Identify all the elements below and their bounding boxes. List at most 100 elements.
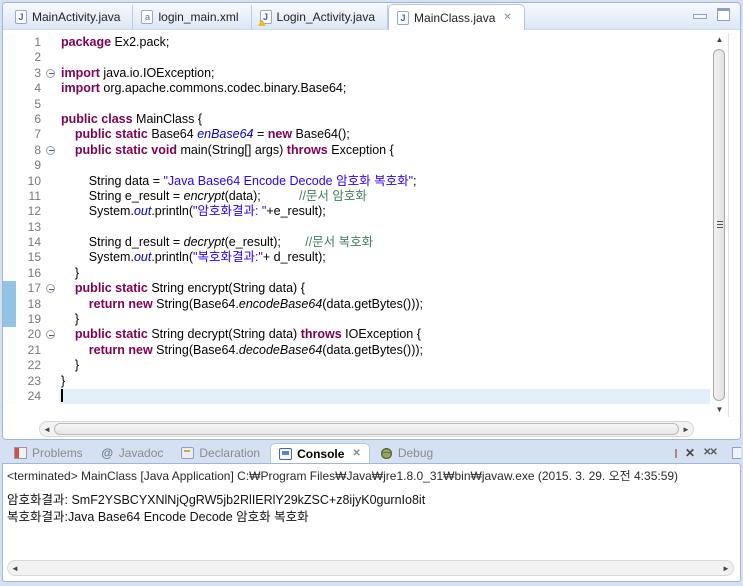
code-editor[interactable]: 1 package Ex2.pack; 2 3 import java.io.IOExc… xyxy=(3,31,740,439)
fold-ruler[interactable] xyxy=(44,35,59,50)
fold-ruler[interactable] xyxy=(44,281,59,296)
annotation-ruler[interactable] xyxy=(3,342,16,359)
annotation-ruler[interactable] xyxy=(3,204,16,220)
console-output: 암호화결과: SmF2YSBCYXNlNjQgRW5jb2RlIERlY29kZ… xyxy=(7,492,740,526)
annotation-ruler[interactable] xyxy=(3,127,16,143)
selection-bar[interactable] xyxy=(3,312,16,328)
selection-bar[interactable] xyxy=(3,296,16,313)
scroll-right-icon[interactable]: ► xyxy=(679,422,693,436)
annotation-ruler[interactable] xyxy=(3,158,16,174)
fold-ruler[interactable] xyxy=(44,220,59,235)
scroll-left-icon[interactable]: ◄ xyxy=(40,422,54,436)
annotation-ruler[interactable] xyxy=(3,96,16,112)
collapse-icon[interactable] xyxy=(46,68,55,78)
annotation-ruler[interactable] xyxy=(3,142,16,159)
fold-ruler[interactable] xyxy=(44,297,59,312)
remove-all-launches-icon[interactable]: ✕✕ xyxy=(703,447,718,459)
text-cursor xyxy=(61,389,63,403)
window-buttons xyxy=(693,8,730,21)
tab-login-activity-java[interactable]: J Login_Activity.java xyxy=(252,5,389,29)
annotation-ruler[interactable] xyxy=(3,327,16,343)
close-icon[interactable]: ✕ xyxy=(352,448,360,459)
tab-javadoc[interactable]: @ Javadoc xyxy=(93,443,172,463)
tab-label: Debug xyxy=(397,446,434,460)
annotation-ruler[interactable] xyxy=(3,50,16,66)
scroll-down-icon[interactable]: ▼ xyxy=(712,403,727,417)
annotation-ruler[interactable] xyxy=(3,111,16,128)
code-line: 3 import java.io.IOException; xyxy=(3,65,710,82)
fold-ruler[interactable] xyxy=(44,358,59,373)
fold-ruler[interactable] xyxy=(44,81,59,96)
tab-console[interactable]: Console ✕ xyxy=(270,443,370,463)
tab-mainactivity-java[interactable]: J MainActivity.java xyxy=(7,5,134,29)
collapse-icon[interactable] xyxy=(46,145,55,155)
annotation-ruler[interactable] xyxy=(3,219,16,236)
line-number: 4 xyxy=(34,81,41,96)
annotation-ruler[interactable] xyxy=(3,65,16,82)
code-text: public static void main(String[] args) t… xyxy=(74,142,394,157)
maximize-icon[interactable] xyxy=(717,8,730,21)
fold-ruler[interactable] xyxy=(44,189,59,204)
code-line: 2 xyxy=(3,50,710,66)
editor-vertical-scrollbar[interactable]: ▲ ▼ xyxy=(712,33,727,417)
selection-bar[interactable] xyxy=(3,281,16,297)
line-number: 12 xyxy=(27,204,41,219)
fold-ruler[interactable] xyxy=(44,66,59,81)
close-icon[interactable]: ✕ xyxy=(503,12,511,23)
console-horizontal-scrollbar[interactable]: ◄ ► xyxy=(7,560,734,576)
code-text: import java.io.IOException; xyxy=(61,65,215,80)
fold-ruler[interactable] xyxy=(44,97,59,112)
annotation-ruler[interactable] xyxy=(3,388,16,405)
fold-ruler[interactable] xyxy=(44,327,59,342)
remove-launch-icon[interactable]: ✕ xyxy=(685,447,695,459)
fold-ruler[interactable] xyxy=(44,250,59,265)
annotation-ruler[interactable] xyxy=(3,373,16,389)
tab-declaration[interactable]: Declaration xyxy=(173,443,268,463)
line-number: 23 xyxy=(27,373,41,388)
fold-ruler[interactable] xyxy=(44,50,59,65)
annotation-ruler[interactable] xyxy=(3,35,16,51)
collapse-icon[interactable] xyxy=(46,330,55,340)
tab-debug[interactable]: Debug xyxy=(372,443,441,463)
vertical-scroll-thumb[interactable] xyxy=(713,49,725,401)
fold-ruler[interactable] xyxy=(44,112,59,127)
tab-mainclass-java[interactable]: J MainClass.java ✕ xyxy=(388,4,525,30)
console-view[interactable]: <terminated> MainClass [Java Application… xyxy=(2,463,741,582)
collapse-icon[interactable] xyxy=(46,284,55,294)
line-number: 14 xyxy=(27,235,41,250)
overview-ruler[interactable] xyxy=(728,33,740,417)
line-number: 8 xyxy=(34,142,41,157)
tab-login-main-xml[interactable]: a login_main.xml xyxy=(133,5,252,29)
fold-ruler[interactable] xyxy=(44,174,59,189)
fold-ruler[interactable] xyxy=(44,312,59,327)
annotation-ruler[interactable] xyxy=(3,235,16,251)
annotation-ruler[interactable] xyxy=(3,358,16,374)
fold-ruler[interactable] xyxy=(44,266,59,281)
annotation-ruler[interactable] xyxy=(3,188,16,205)
minimize-icon[interactable] xyxy=(693,13,707,19)
fold-ruler[interactable] xyxy=(44,343,59,358)
fold-ruler[interactable] xyxy=(44,158,59,173)
tab-problems[interactable]: Problems xyxy=(6,443,91,463)
scroll-up-icon[interactable]: ▲ xyxy=(712,33,727,47)
fold-ruler[interactable] xyxy=(44,374,59,389)
horizontal-scroll-thumb[interactable] xyxy=(54,423,679,435)
code-line: 7 public static Base64 enBase64 = new Ba… xyxy=(3,127,710,143)
editor-horizontal-scrollbar[interactable]: ◄ ► xyxy=(39,421,694,437)
fold-ruler[interactable] xyxy=(44,235,59,250)
scroll-right-icon[interactable]: ► xyxy=(719,561,733,575)
fold-ruler[interactable] xyxy=(44,143,59,158)
java-file-icon: J xyxy=(15,10,27,24)
terminate-icon[interactable] xyxy=(675,448,677,458)
javadoc-icon: @ xyxy=(101,446,114,460)
annotation-ruler[interactable] xyxy=(3,81,16,97)
scroll-left-icon[interactable]: ◄ xyxy=(8,561,22,575)
pin-console-icon[interactable] xyxy=(731,447,741,459)
fold-ruler[interactable] xyxy=(44,389,59,404)
problems-icon xyxy=(14,447,27,459)
annotation-ruler[interactable] xyxy=(3,265,16,282)
fold-ruler[interactable] xyxy=(44,204,59,219)
annotation-ruler[interactable] xyxy=(3,250,16,266)
fold-ruler[interactable] xyxy=(44,127,59,142)
annotation-ruler[interactable] xyxy=(3,173,16,189)
